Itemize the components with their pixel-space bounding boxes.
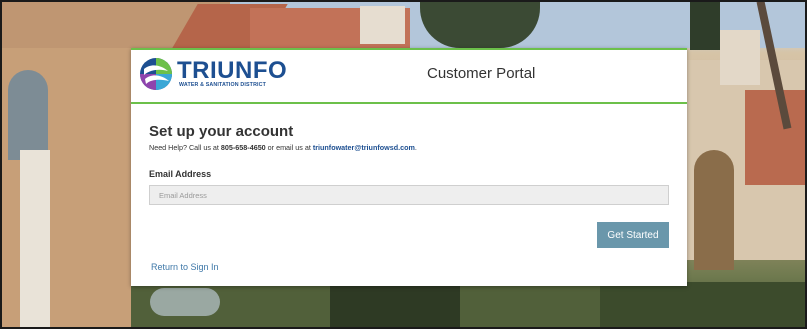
logo-name: TRIUNFO	[177, 56, 288, 84]
help-middle: or email us at	[265, 143, 313, 152]
help-suffix: .	[414, 143, 417, 152]
return-to-sign-in-link[interactable]: Return to Sign In	[151, 262, 219, 272]
email-field[interactable]	[149, 185, 669, 205]
help-text: Need Help? Call us at 805-658-4650 or em…	[149, 143, 669, 153]
email-label: Email Address	[149, 169, 212, 179]
triunfo-logo-icon	[140, 58, 172, 90]
portal-title: Customer Portal	[427, 65, 536, 82]
help-phone: 805-658-4650	[220, 143, 266, 152]
help-email-link[interactable]: triunfowater@triunfowsd.com	[313, 143, 415, 152]
page-title: Set up your account	[149, 123, 294, 140]
signup-card: TRIUNFO WATER & SANITATION DISTRICT Cust…	[131, 48, 687, 286]
help-prefix: Need Help? Call us at	[149, 143, 221, 152]
card-header: TRIUNFO WATER & SANITATION DISTRICT Cust…	[131, 50, 687, 104]
triunfo-logo: TRIUNFO WATER & SANITATION DISTRICT	[139, 57, 287, 91]
card-body: Set up your account Need Help? Call us a…	[131, 104, 687, 272]
get-started-button[interactable]: Get Started	[597, 222, 669, 248]
